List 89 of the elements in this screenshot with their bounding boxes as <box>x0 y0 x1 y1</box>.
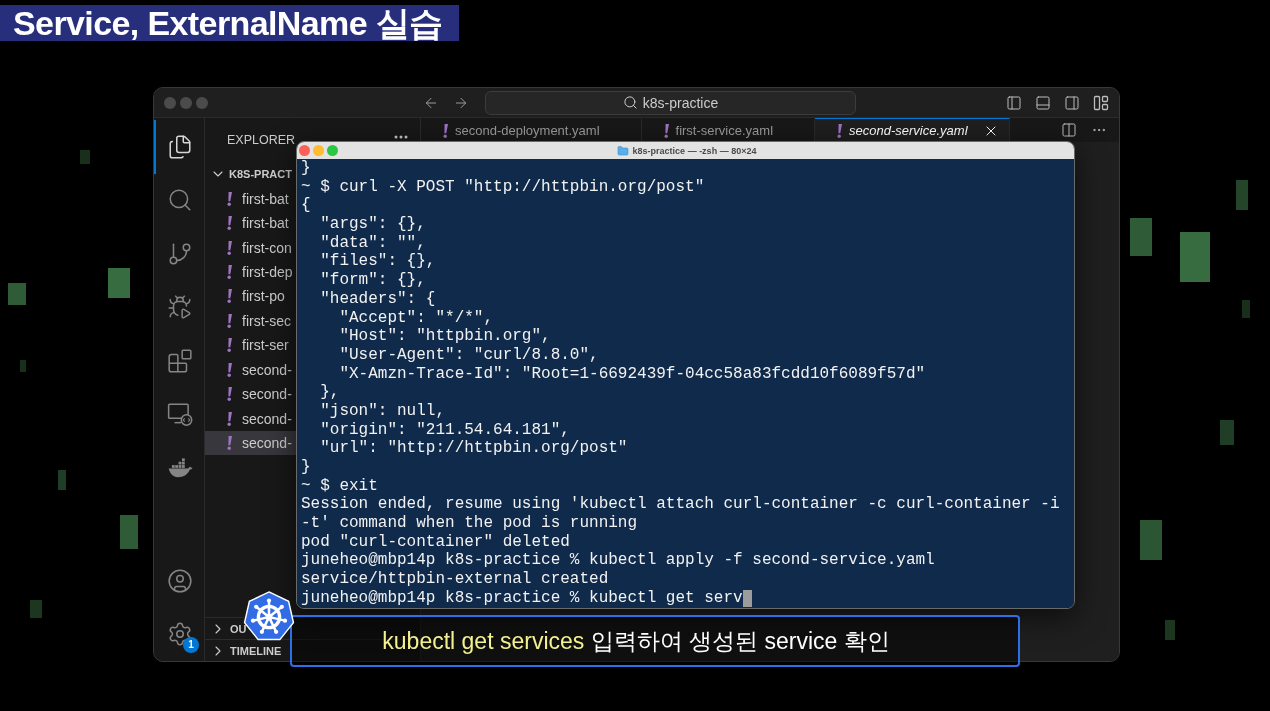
file-row[interactable]: second- <box>205 381 296 407</box>
terminal-text: "json": null, <box>319 401 446 421</box>
panel-right-icon[interactable] <box>1064 94 1080 111</box>
file-row[interactable]: second- <box>205 430 296 456</box>
file-name: second- <box>242 386 292 403</box>
settings-icon <box>167 621 193 648</box>
terminal-text: ~ $ exit <box>301 476 378 496</box>
exclamation-icon <box>227 289 232 304</box>
video-title: Service, ExternalName 실습 <box>0 5 459 41</box>
terminal-text: pod "curl-container" deleted <box>301 532 570 552</box>
blocks-icon <box>167 347 193 374</box>
file-row[interactable]: first-dep <box>205 259 296 285</box>
exclamation-icon <box>227 216 232 231</box>
file-name: first-dep <box>242 263 293 280</box>
file-name: first-po <box>242 288 285 305</box>
file-row[interactable]: first-ser <box>205 333 296 358</box>
search-icon <box>622 95 638 110</box>
file-row[interactable]: first-bat <box>205 210 296 236</box>
file-name: second- <box>242 435 292 452</box>
file-row[interactable]: first-sec <box>205 308 296 334</box>
file-name: first-ser <box>242 337 289 354</box>
bug-play-icon <box>167 294 193 321</box>
search-field[interactable]: k8s-practice <box>485 90 856 115</box>
terminal-text: { <box>301 196 311 216</box>
more-icon[interactable] <box>394 135 408 139</box>
file-name: second- <box>242 410 292 427</box>
file-name: first-sec <box>242 312 291 329</box>
folder-label[interactable]: K8S-PRACT <box>229 168 292 181</box>
exclamation-icon <box>663 123 669 138</box>
account-icon <box>167 567 193 594</box>
terminal-text: "User-Agent": "curl/8.8.0", <box>338 345 599 365</box>
file-name: first-con <box>242 239 292 256</box>
editor-tab[interactable]: second-service.yaml <box>815 118 1010 142</box>
terminal-text: Session ended, resume using 'kubectl attach curl-container -c curl-container -i <box>301 495 1060 515</box>
terminal-text: juneheo@mbp14p k8s-practice % kubectl get serv <box>301 588 743 608</box>
terminal-text: "origin": "211.54.64.181", <box>319 420 570 440</box>
terminal-text: service/httpbin-external created <box>301 570 609 589</box>
panel-left-icon[interactable] <box>1006 94 1022 111</box>
files-icon <box>167 133 193 160</box>
exclamation-icon <box>227 240 232 255</box>
terminal-text: "form": {}, <box>319 271 426 290</box>
exclamation-icon <box>227 411 232 426</box>
file-row[interactable]: first-con <box>205 235 296 260</box>
exclamation-icon <box>443 123 448 138</box>
sidebar-title: EXPLORER <box>227 133 296 147</box>
tab-label: second-service.yaml <box>849 123 968 138</box>
monitor-icon <box>167 401 193 428</box>
file-name: first-bat <box>242 190 289 207</box>
terminal-text: -t' command when the pod is running <box>301 514 638 533</box>
terminal-text: } <box>301 458 311 477</box>
exclamation-icon <box>227 264 232 279</box>
folder-icon <box>616 144 629 157</box>
terminal-text: } <box>301 159 311 178</box>
caption-text: kubectl get services 입력하여 생성된 service 확인 <box>382 626 890 656</box>
tab-label: second-deployment.yaml <box>455 123 600 138</box>
terminal-title: k8s-practice — -zsh — 80×24 <box>632 145 757 156</box>
tab-label: first-service.yaml <box>675 123 774 138</box>
terminal-text: juneheo@mbp14p k8s-practice % kubectl apply -f second-service.yaml <box>301 551 935 571</box>
section-header[interactable]: OU <box>230 622 247 635</box>
exclamation-icon <box>837 123 843 138</box>
terminal-text: "Accept": "*/*", <box>338 308 494 328</box>
terminal-text: "headers": { <box>319 289 436 309</box>
terminal-text: "data": "", <box>319 233 426 253</box>
file-row[interactable]: second- <box>205 406 296 431</box>
exclamation-icon <box>227 387 232 402</box>
branch-icon <box>167 240 193 267</box>
notification-badge: 1 <box>183 636 199 653</box>
terminal-text: ~ $ curl -X POST "http://httpbin.org/post" <box>301 177 705 197</box>
terminal-text: "files": {}, <box>319 252 436 272</box>
exclamation-icon <box>227 338 232 353</box>
exclamation-icon <box>227 313 232 328</box>
exclamation-icon <box>227 191 232 206</box>
panel-bottom-icon[interactable] <box>1035 94 1051 111</box>
file-row[interactable]: first-po <box>205 284 296 309</box>
file-row[interactable]: first-bat <box>205 186 296 211</box>
section-header[interactable]: TIMELINE <box>230 644 282 657</box>
terminal-text: "X-Amzn-Trace-Id": "Root=1-6692439f-04cc58a83fcdd10f6089f57d" <box>338 364 926 384</box>
exclamation-icon <box>227 362 232 377</box>
activity-button[interactable]: 1 <box>154 607 204 661</box>
exclamation-icon <box>227 436 232 451</box>
terminal-text: "args": {}, <box>319 215 426 234</box>
file-name: first-bat <box>242 215 289 232</box>
split-editor-icon[interactable] <box>1061 122 1077 138</box>
file-row[interactable]: second- <box>205 357 296 382</box>
terminal-text: "url": "http://httpbin.org/post" <box>319 439 628 458</box>
terminal-text: "Host": "httpbin.org", <box>338 327 551 346</box>
terminal-text: }, <box>319 383 340 402</box>
file-name: second- <box>242 361 292 378</box>
layout-icon[interactable] <box>1093 94 1109 111</box>
